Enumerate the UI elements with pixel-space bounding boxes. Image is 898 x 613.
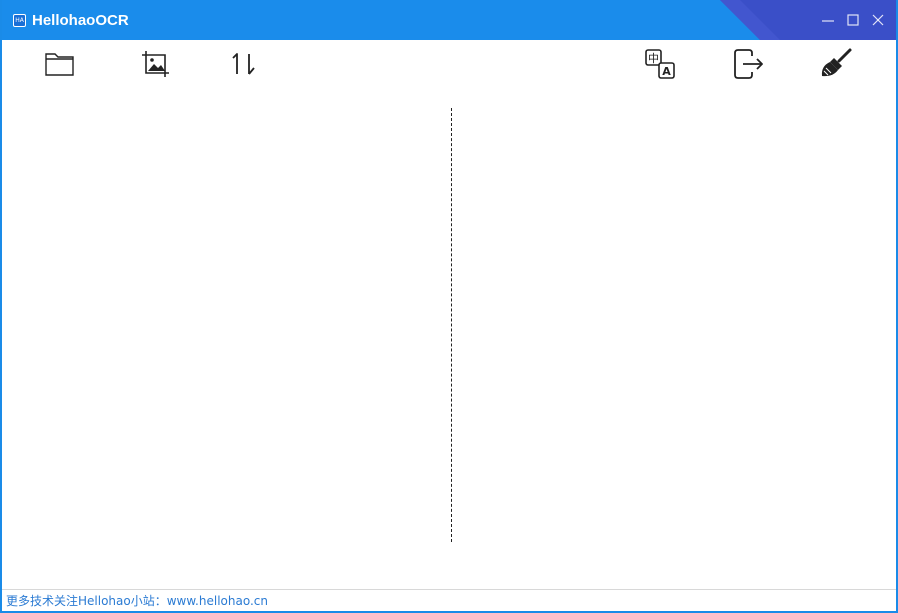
app-window: HA HellohaoOCR 中 A 更多技术关注Hellohao小站：www.… [0,0,898,613]
ocr-result-pane[interactable] [455,45,896,585]
window-title: HellohaoOCR [32,12,129,29]
minimize-button[interactable] [820,12,836,28]
app-logo-icon: HA [13,14,26,27]
image-input-pane[interactable] [4,45,449,585]
app-logo-text: HA [14,15,25,26]
maximize-button[interactable] [845,12,861,28]
status-link[interactable]: 更多技术关注Hellohao小站：www.hellohao.cn [6,594,268,608]
minimize-icon [822,20,834,22]
pane-divider[interactable] [451,108,452,542]
title-bar[interactable]: HA HellohaoOCR [2,0,896,40]
close-button[interactable] [870,12,886,28]
close-icon [872,14,884,26]
status-bar: 更多技术关注Hellohao小站：www.hellohao.cn [2,589,896,611]
maximize-icon [847,14,859,26]
